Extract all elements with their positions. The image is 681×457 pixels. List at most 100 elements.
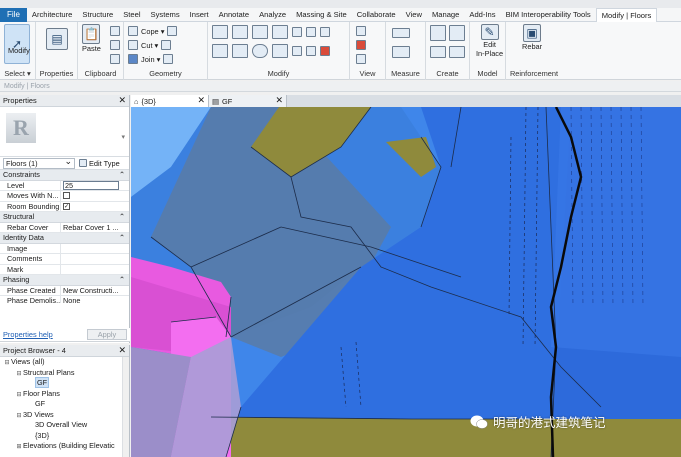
apply-button[interactable]: Apply xyxy=(87,329,127,340)
cut-geometry-button[interactable]: Cut ▾ xyxy=(128,40,172,50)
close-icon[interactable]: ✕ xyxy=(275,95,283,106)
tree-item[interactable]: ⊟Views (all) xyxy=(0,357,129,368)
tab-bim-interoperability-tools[interactable]: BIM Interoperability Tools xyxy=(501,10,596,19)
split-icon[interactable] xyxy=(292,27,302,37)
dimension-icon[interactable] xyxy=(392,46,410,58)
property-row: Image xyxy=(0,243,129,254)
pin-icon[interactable] xyxy=(306,27,316,37)
collapse-icon[interactable]: ⌃ xyxy=(119,170,125,181)
properties-help-link[interactable]: Properties help xyxy=(3,330,53,339)
view-tab[interactable]: ▤ GF ✕ xyxy=(209,95,287,107)
tab-insert[interactable]: Insert xyxy=(185,10,214,19)
mirror-axis-icon[interactable] xyxy=(252,25,268,39)
linework-icon[interactable] xyxy=(356,54,366,64)
offset-icon[interactable] xyxy=(232,25,248,39)
hide-in-view-icon[interactable] xyxy=(356,26,366,36)
rotate-icon[interactable] xyxy=(252,44,268,58)
tree-item[interactable]: ⊟Structural Plans xyxy=(0,368,129,379)
tab-view[interactable]: View xyxy=(401,10,427,19)
trim-extend-icon[interactable] xyxy=(272,44,288,58)
create-assembly-icon[interactable] xyxy=(430,25,446,41)
scale-icon[interactable] xyxy=(306,46,316,56)
close-icon[interactable]: ✕ xyxy=(118,95,126,106)
copy-icon[interactable] xyxy=(110,40,120,50)
rebar-button[interactable]: ▣ Rebar xyxy=(522,24,542,51)
level-input[interactable]: 25 xyxy=(63,180,119,190)
cut-icon[interactable] xyxy=(110,26,120,36)
tab-architecture[interactable]: Architecture xyxy=(27,10,78,19)
tab-structure[interactable]: Structure xyxy=(77,10,118,19)
tab-collaborate[interactable]: Collaborate xyxy=(352,10,401,19)
split-face-icon[interactable] xyxy=(161,40,172,50)
section-header-identity-data[interactable]: Identity Data ⌃ xyxy=(0,233,129,244)
array-icon[interactable] xyxy=(292,46,302,56)
create-similar-icon[interactable] xyxy=(449,46,465,58)
tab-add-ins[interactable]: Add-Ins xyxy=(464,10,500,19)
match-type-icon[interactable] xyxy=(110,54,120,64)
tab-annotate[interactable]: Annotate xyxy=(214,10,254,19)
3d-view-canvas[interactable] xyxy=(131,107,681,457)
edit-in-place-button[interactable]: ✎ Edit In-Place xyxy=(476,24,503,58)
chevron-down-icon[interactable]: ▾ xyxy=(121,133,125,141)
wall-joins-icon[interactable] xyxy=(167,26,178,36)
section-header-structural[interactable]: Structural ⌃ xyxy=(0,212,129,223)
tree-item[interactable]: GF xyxy=(0,399,129,410)
property-value[interactable]: ✓ xyxy=(61,202,129,212)
browser-scrollbar[interactable] xyxy=(122,357,129,457)
tab-manage[interactable]: Manage xyxy=(427,10,464,19)
delete-icon[interactable] xyxy=(320,46,330,56)
property-value[interactable]: 25 xyxy=(61,180,129,190)
checkbox[interactable] xyxy=(63,192,70,200)
unpin-icon[interactable] xyxy=(320,27,330,37)
tree-item[interactable]: 3D Overall View xyxy=(0,420,129,431)
property-value[interactable]: Rebar Cover 1 ... xyxy=(61,223,129,233)
tab-analyze[interactable]: Analyze xyxy=(254,10,291,19)
measure-icon[interactable] xyxy=(392,28,410,38)
tab-steel[interactable]: Steel xyxy=(118,10,145,19)
tree-item[interactable]: ⊟Floor Plans xyxy=(0,389,129,400)
section-header-constraints[interactable]: Constraints ⌃ xyxy=(0,170,129,181)
project-browser-title: Project Browser - 4 xyxy=(3,346,66,355)
tree-toggle-icon[interactable]: ⊞ xyxy=(15,442,23,453)
paste-button[interactable]: 📋 Paste xyxy=(82,24,101,53)
property-value[interactable] xyxy=(61,254,129,264)
copy-element-icon[interactable] xyxy=(232,44,248,58)
override-graphics-icon[interactable] xyxy=(356,40,366,50)
property-value[interactable] xyxy=(61,191,129,201)
select-dropdown[interactable]: Select ▾ xyxy=(0,69,35,78)
cope-button[interactable]: Cope ▾ xyxy=(128,26,178,36)
paint-icon[interactable] xyxy=(163,54,174,64)
property-value[interactable]: New Constructi... xyxy=(61,286,129,296)
tree-item[interactable]: {3D} xyxy=(0,431,129,442)
checkbox[interactable]: ✓ xyxy=(63,202,70,210)
property-value[interactable] xyxy=(61,244,129,254)
edit-type-button[interactable]: Edit Type xyxy=(79,159,120,168)
collapse-icon[interactable]: ⌃ xyxy=(119,233,125,244)
tab-file[interactable]: File xyxy=(0,7,27,22)
mirror-draw-icon[interactable] xyxy=(272,25,288,39)
properties-button[interactable]: ▤ xyxy=(46,28,68,50)
create-group-icon[interactable] xyxy=(430,46,446,58)
property-row: Room Bounding ✓ xyxy=(0,201,129,212)
property-value[interactable] xyxy=(61,265,129,275)
join-button[interactable]: Join ▾ xyxy=(128,54,174,64)
collapse-icon[interactable]: ⌃ xyxy=(119,212,125,223)
align-icon[interactable] xyxy=(212,25,228,39)
tab-systems[interactable]: Systems xyxy=(146,10,185,19)
tree-item[interactable]: ⊟3D Views xyxy=(0,410,129,421)
create-parts-icon[interactable] xyxy=(449,25,465,41)
section-header-phasing[interactable]: Phasing ⌃ xyxy=(0,275,129,286)
tree-item[interactable]: GF xyxy=(0,377,129,389)
tree-item-label: 3D Views xyxy=(23,409,54,419)
clipboard-group-label: Clipboard xyxy=(84,69,117,78)
modify-button[interactable]: ➚ xyxy=(4,24,30,64)
move-icon[interactable] xyxy=(212,44,228,58)
close-icon[interactable]: ✕ xyxy=(197,95,205,106)
tab-modify-floors[interactable]: Modify | Floors xyxy=(595,7,658,22)
tab-massing-site[interactable]: Massing & Site xyxy=(291,10,352,19)
close-icon[interactable]: ✕ xyxy=(118,345,126,356)
view-tab[interactable]: ⌂ {3D} ✕ xyxy=(131,95,209,107)
instance-filter-dropdown[interactable]: Floors (1) xyxy=(3,156,75,169)
collapse-icon[interactable]: ⌃ xyxy=(119,275,125,286)
tree-item[interactable]: ⊞Elevations (Building Elevatic xyxy=(0,441,129,452)
